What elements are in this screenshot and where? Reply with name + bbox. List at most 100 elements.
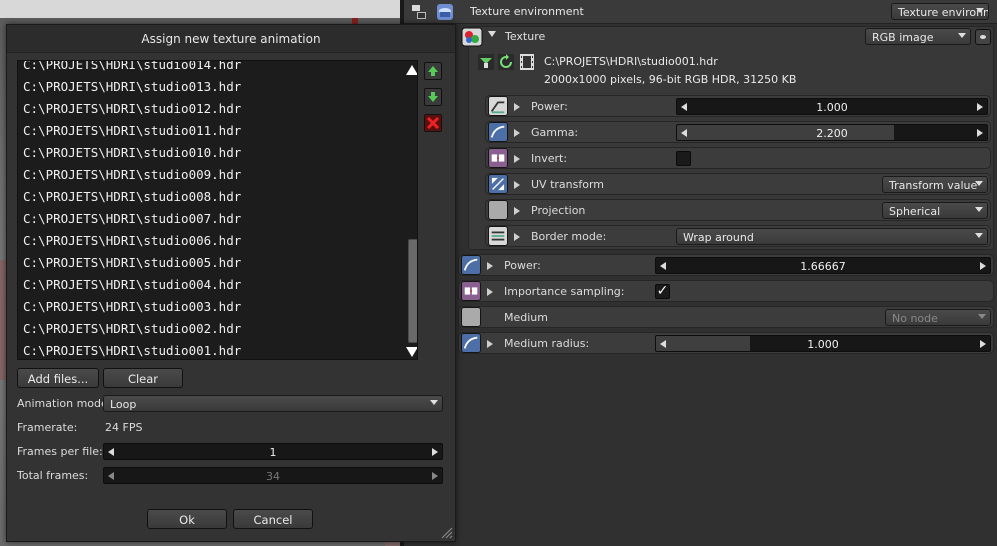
collapse-triangle-icon[interactable] (488, 31, 496, 37)
file-list[interactable]: C:\PROJETS\HDRI\studio014.hdr C:\PROJETS\… (17, 60, 418, 360)
increment-arrow-icon[interactable] (977, 129, 983, 137)
file-list-item[interactable]: C:\PROJETS\HDRI\studio014.hdr (23, 61, 241, 79)
file-list-item[interactable]: C:\PROJETS\HDRI\studio007.hdr (23, 211, 241, 233)
expand-triangle-icon[interactable] (514, 103, 520, 111)
framerate-value: 24 FPS (105, 421, 143, 434)
float-value-icon (488, 96, 508, 116)
file-list-item[interactable]: C:\PROJETS\HDRI\studio012.hdr (23, 101, 241, 123)
decrement-arrow-icon[interactable] (108, 448, 114, 456)
environment-type-dropdown[interactable]: Texture environment (891, 3, 989, 20)
load-file-icon[interactable] (478, 54, 494, 70)
importance-sampling-label: Importance sampling: (504, 285, 625, 298)
panel-header: Texture environment Texture environment (404, 0, 997, 24)
file-list-item[interactable]: C:\PROJETS\HDRI\studio001.hdr (23, 343, 241, 359)
expand-triangle-icon[interactable] (514, 181, 520, 189)
file-list-item[interactable]: C:\PROJETS\HDRI\studio008.hdr (23, 189, 241, 211)
add-files-button[interactable]: Add files... (17, 368, 99, 388)
projection-label: Projection (531, 204, 586, 217)
file-list-item[interactable]: C:\PROJETS\HDRI\studio013.hdr (23, 79, 241, 101)
medium-dropdown[interactable]: No node (885, 309, 991, 326)
decrement-arrow-icon[interactable] (681, 103, 687, 111)
texture-type-dropdown[interactable]: RGB image (865, 28, 971, 45)
texture-node-box: Texture RGB image C:\PROJETS\HDRI\studio… (461, 26, 994, 250)
increment-arrow-icon[interactable] (980, 340, 986, 348)
file-list-item[interactable]: C:\PROJETS\HDRI\studio003.hdr (23, 299, 241, 321)
file-list-item[interactable]: C:\PROJETS\HDRI\studio005.hdr (23, 255, 241, 277)
file-list-item[interactable]: C:\PROJETS\HDRI\studio011.hdr (23, 123, 241, 145)
expand-triangle-icon[interactable] (487, 262, 493, 270)
medium-radius-slider[interactable]: 1.000 (655, 335, 991, 352)
projection-value: Spherical (889, 205, 941, 218)
frames-per-file-slider[interactable]: 1 (103, 443, 443, 460)
frames-per-file-value: 1 (269, 446, 277, 459)
texture-power-slider[interactable]: 1.000 (676, 98, 988, 115)
expand-triangle-icon[interactable] (514, 155, 520, 163)
expand-triangle-icon[interactable] (487, 340, 493, 348)
enum-icon (488, 226, 508, 246)
texture-options-button[interactable] (975, 29, 991, 45)
invert-row: Invert: (485, 147, 991, 169)
increment-arrow-icon[interactable] (977, 103, 983, 111)
file-list-item[interactable]: C:\PROJETS\HDRI\studio002.hdr (23, 321, 241, 343)
file-list-item[interactable]: C:\PROJETS\HDRI\studio009.hdr (23, 167, 241, 189)
scroll-up-arrow-icon[interactable] (406, 65, 417, 75)
projection-dropdown[interactable]: Spherical (882, 202, 988, 219)
decrement-arrow-icon[interactable] (681, 129, 687, 137)
reload-icon[interactable] (498, 54, 514, 70)
texture-file-info: 2000x1000 pixels, 96-bit RGB HDR, 31250 … (544, 73, 797, 86)
texture-type-value: RGB image (872, 31, 934, 44)
decrement-arrow-icon[interactable] (660, 340, 666, 348)
chevron-down-icon (975, 233, 983, 238)
invert-checkbox[interactable] (676, 151, 691, 166)
ok-button[interactable]: Ok (147, 509, 227, 529)
power-slider[interactable]: 1.66667 (655, 257, 991, 274)
resize-grip-icon[interactable] (439, 525, 453, 539)
animation-mode-dropdown[interactable]: Loop (103, 395, 443, 412)
gamma-value: 2.200 (816, 127, 848, 140)
decrement-arrow-icon[interactable] (660, 262, 666, 270)
increment-arrow-icon[interactable] (432, 448, 438, 456)
texture-file-path: C:\PROJETS\HDRI\studio001.hdr (544, 55, 718, 68)
border-mode-row: Border mode: Wrap around (485, 225, 991, 247)
increment-arrow-icon[interactable] (980, 262, 986, 270)
projection-node-icon (488, 200, 508, 220)
uv-transform-dropdown[interactable]: Transform value (882, 176, 988, 193)
file-list-item[interactable]: C:\PROJETS\HDRI\studio006.hdr (23, 233, 241, 255)
move-down-button[interactable] (424, 88, 442, 106)
expand-triangle-icon[interactable] (514, 233, 520, 241)
cancel-button[interactable]: Cancel (233, 509, 313, 529)
assign-texture-animation-dialog: Assign new texture animation C:\PROJETS\… (6, 24, 456, 542)
uv-transform-row: UV transform Transform value (485, 173, 991, 195)
uv-transform-label: UV transform (531, 178, 604, 191)
animation-mode-value: Loop (110, 398, 137, 411)
expand-triangle-icon[interactable] (514, 207, 520, 215)
viewport-top-strip (0, 0, 400, 18)
texture-power-value: 1.000 (816, 101, 848, 114)
medium-radius-value: 1.000 (807, 338, 839, 351)
scrollbar-thumb[interactable] (408, 239, 417, 343)
file-list-scrollbar[interactable] (406, 61, 417, 359)
move-up-button[interactable] (424, 62, 442, 80)
remove-file-button[interactable] (424, 114, 442, 132)
boolean-icon (488, 148, 508, 168)
file-list-item[interactable]: C:\PROJETS\HDRI\studio010.hdr (23, 145, 241, 167)
rgb-image-texture-icon (461, 27, 483, 47)
gamma-slider[interactable]: 2.200 (676, 124, 988, 141)
medium-row: Medium No node (458, 306, 994, 328)
dialog-title[interactable]: Assign new texture animation (7, 25, 455, 53)
float-value-icon (461, 333, 481, 353)
float-value-icon (461, 255, 481, 275)
border-mode-dropdown[interactable]: Wrap around (676, 228, 988, 245)
expand-triangle-icon[interactable] (487, 288, 493, 296)
clear-button[interactable]: Clear (103, 368, 183, 388)
animation-film-icon[interactable] (519, 54, 535, 70)
file-list-item[interactable]: C:\PROJETS\HDRI\studio004.hdr (23, 277, 241, 299)
transform-icon (488, 174, 508, 194)
importance-sampling-checkbox[interactable]: ✓ (655, 284, 670, 299)
graph-editor-icon[interactable] (410, 3, 428, 21)
texture-environment-icon (437, 4, 453, 20)
border-mode-value: Wrap around (683, 231, 754, 244)
scroll-down-arrow-icon[interactable] (406, 347, 417, 357)
expand-triangle-icon[interactable] (514, 129, 520, 137)
border-mode-label: Border mode: (531, 230, 607, 243)
